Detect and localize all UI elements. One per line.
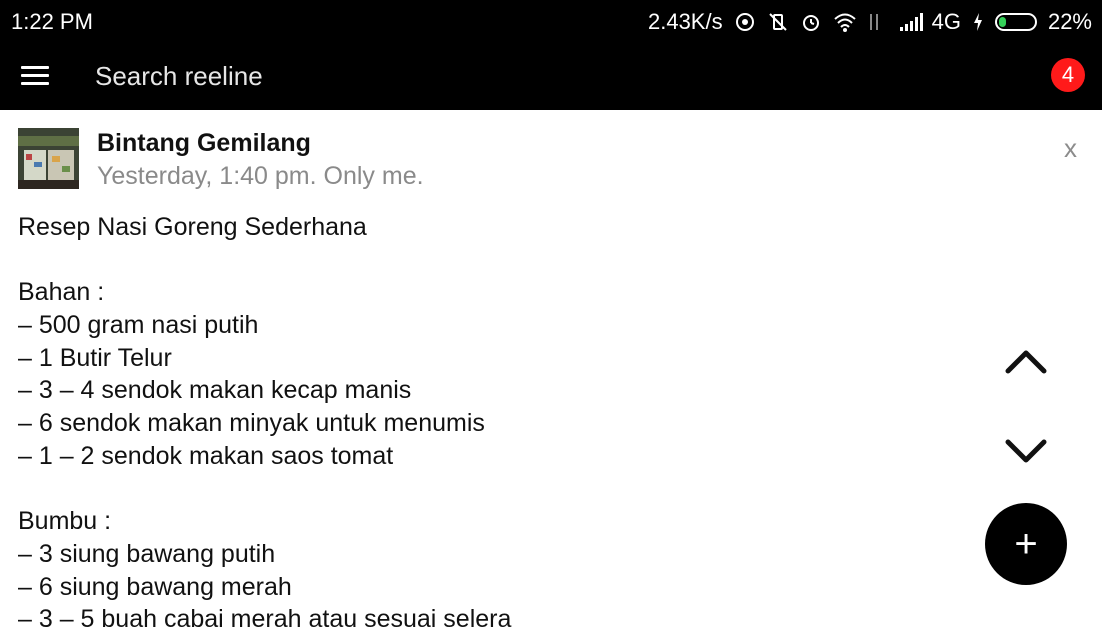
status-bar: 1:22 PM 2.43K/s 4G 22% <box>0 0 1102 42</box>
alarm-icon <box>800 11 822 33</box>
post-line: Bumbu : <box>18 507 112 536</box>
avatar[interactable] <box>18 128 79 189</box>
post-line: Resep Nasi Goreng Sederhana <box>18 213 367 241</box>
battery-fill <box>998 17 1006 27</box>
data-arrows-icon <box>866 11 888 33</box>
post-line: – 3 – 4 sendok makan kecap manis <box>18 376 412 405</box>
signal-icon <box>899 11 923 33</box>
network-type: 4G <box>931 9 961 34</box>
close-button[interactable]: x <box>1064 133 1077 164</box>
search-input[interactable]: Search reeline <box>95 61 263 92</box>
status-time: 1:22 PM <box>11 9 93 34</box>
post-line: – 6 sendok makan minyak untuk menumis <box>18 409 485 438</box>
post-author[interactable]: Bintang Gemilang <box>97 129 311 158</box>
app-bar: Search reeline 4 <box>0 42 1102 110</box>
post-line: – 1 – 2 sendok makan saos tomat <box>18 441 394 470</box>
network-speed: 2.43K/s <box>647 9 723 34</box>
wifi-icon <box>833 11 856 33</box>
post-line: – 3 siung bawang putih <box>18 539 276 568</box>
post-line: – 6 siung bawang merah <box>18 572 292 601</box>
charging-icon <box>972 11 984 33</box>
post-line <box>18 473 978 506</box>
status-icons: 2.43K/s 4G 22% <box>648 9 1092 35</box>
post-line: – 500 gram nasi putih <box>18 311 259 340</box>
battery-icon <box>994 13 1037 31</box>
hotspot-icon <box>734 11 756 33</box>
menu-icon[interactable] <box>21 66 49 86</box>
post-line <box>18 244 978 277</box>
scroll-up-icon[interactable] <box>1004 345 1048 375</box>
post-content: Resep Nasi Goreng Sederhana Bahan : – 50… <box>18 211 978 636</box>
vibrate-off-icon <box>767 11 789 33</box>
scroll-down-icon[interactable] <box>1004 436 1048 466</box>
post-line: Bahan : <box>18 278 105 307</box>
notification-badge[interactable]: 4 <box>1051 58 1085 92</box>
post-meta: Yesterday, 1:40 pm. Only me. <box>97 162 424 190</box>
add-button[interactable]: + <box>985 503 1067 585</box>
post-line: – 1 Butir Telur <box>18 343 172 372</box>
battery-percent: 22% <box>1047 9 1092 34</box>
